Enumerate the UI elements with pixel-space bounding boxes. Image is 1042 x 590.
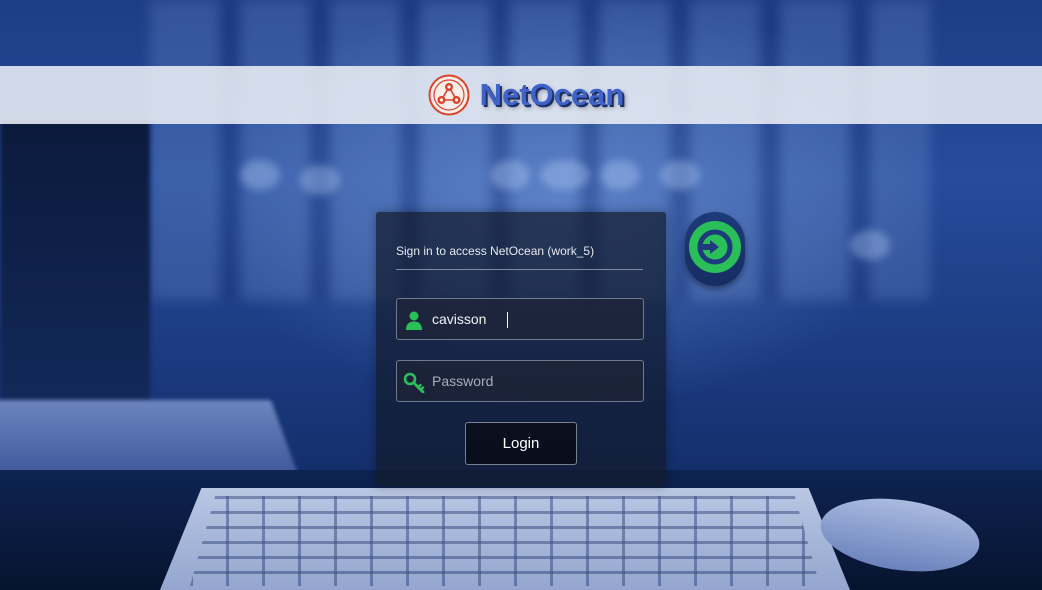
password-field[interactable] (396, 360, 644, 402)
background-laptop-base (0, 400, 300, 480)
background-keyboard-keys (190, 496, 820, 586)
login-title: Sign in to access NetOcean (work_5) (396, 244, 595, 258)
netocean-logo-icon (428, 74, 470, 116)
brand: NetOcean (428, 74, 625, 116)
username-field[interactable] (396, 298, 644, 340)
background-bokeh (240, 160, 280, 190)
background-bokeh (300, 165, 340, 195)
background-bokeh (490, 160, 530, 190)
brand-name: NetOcean (479, 77, 625, 112)
arrow-right-circle-icon (689, 221, 741, 273)
username-input[interactable] (432, 299, 632, 339)
background-bokeh (850, 230, 890, 260)
title-divider (396, 269, 643, 270)
password-input[interactable] (432, 361, 632, 401)
background-bokeh (660, 160, 700, 190)
user-icon (406, 311, 422, 330)
go-button[interactable] (685, 212, 745, 286)
login-page: NetOcean Sign in to access NetOcean (wor… (0, 0, 1042, 590)
background-laptop-screen (0, 120, 150, 430)
login-card: Sign in to access NetOcean (work_5) Logi… (376, 212, 666, 486)
background-bokeh (600, 160, 640, 190)
key-icon (403, 372, 425, 393)
header-bar: NetOcean (0, 66, 1042, 124)
background-bokeh (540, 160, 590, 190)
login-button[interactable]: Login (465, 422, 577, 465)
text-cursor (507, 312, 508, 328)
